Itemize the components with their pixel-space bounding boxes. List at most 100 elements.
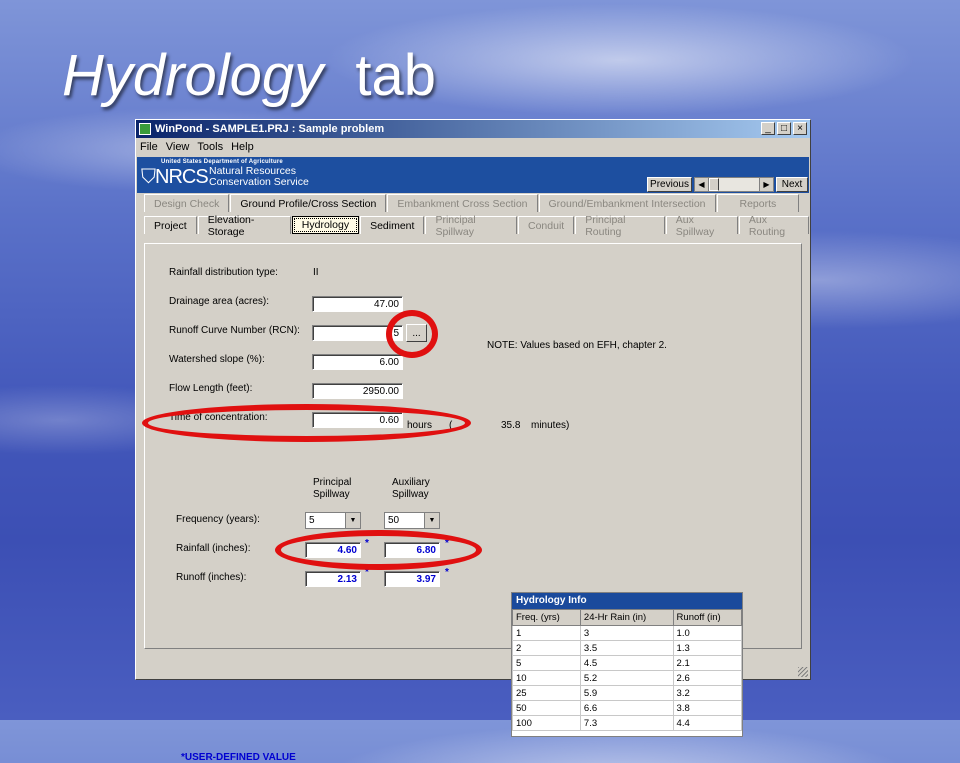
chevron-down-icon[interactable]: ▼ xyxy=(345,513,360,528)
cell: 3.5 xyxy=(579,640,674,656)
service-line-2: Conservation Service xyxy=(209,176,309,188)
service-name: Natural Resources Conservation Service xyxy=(209,166,309,188)
aux-runoff-input[interactable]: 3.97 xyxy=(384,571,440,587)
tab-sediment[interactable]: Sediment xyxy=(360,216,425,234)
user-defined-note: *USER-DEFINED VALUE xyxy=(181,752,296,763)
toc-minutes-value: 35.8 xyxy=(501,420,521,431)
toc-minutes-unit: minutes) xyxy=(531,420,570,431)
cell: 5.2 xyxy=(579,670,674,686)
cell: 3.8 xyxy=(672,700,743,716)
aux-header-line-2: Spillway xyxy=(392,489,429,500)
chevron-down-icon[interactable]: ▼ xyxy=(424,513,439,528)
hydrology-info-grid: Freq. (yrs) 24-Hr Rain (in) Runoff (in) … xyxy=(512,609,743,731)
tab-principal-routing[interactable]: Principal Routing xyxy=(575,214,665,238)
maximize-button[interactable]: □ xyxy=(777,122,791,135)
resize-grip-icon[interactable] xyxy=(798,667,808,677)
tab-embankment-cross-section[interactable]: Embankment Cross Section xyxy=(387,194,538,212)
tab-row-2: Project Elevation-Storage Hydrology Sedi… xyxy=(144,214,810,238)
watershed-slope-input[interactable]: 6.00 xyxy=(312,354,403,370)
tab-hydrology[interactable]: Hydrology xyxy=(291,216,360,234)
scroll-thumb[interactable] xyxy=(709,178,719,191)
window-title: WinPond - SAMPLE1.PRJ : Sample problem xyxy=(155,123,385,135)
tab-conduit[interactable]: Conduit xyxy=(518,216,575,234)
tab-design-check[interactable]: Design Check xyxy=(144,194,230,212)
cell: 1 xyxy=(512,625,581,641)
close-button[interactable]: × xyxy=(793,122,807,135)
principal-frequency-select[interactable]: 5 ▼ xyxy=(305,512,361,529)
aux-frequency-value: 50 xyxy=(388,515,400,526)
tab-project[interactable]: Project xyxy=(144,216,197,234)
flow-length-input[interactable]: 2950.00 xyxy=(312,383,403,399)
window-titlebar[interactable]: WinPond - SAMPLE1.PRJ : Sample problem xyxy=(136,120,810,138)
highlight-ring-rainfall xyxy=(275,530,482,570)
principal-header-line-1: Principal xyxy=(313,477,352,488)
principal-frequency-value: 5 xyxy=(309,515,315,526)
cell: 4.5 xyxy=(579,655,674,671)
principal-header-line-2: Spillway xyxy=(313,489,350,500)
table-row[interactable]: 50 6.6 3.8 xyxy=(512,700,743,716)
aux-runoff-star: * xyxy=(445,567,449,578)
principal-runoff-input[interactable]: 2.13 xyxy=(305,571,361,587)
table-row[interactable]: 5 4.5 2.1 xyxy=(512,655,743,671)
cell: 5.9 xyxy=(579,685,674,701)
tab-scrollbar[interactable]: ◀ ▶ xyxy=(694,177,774,192)
aux-frequency-select[interactable]: 50 ▼ xyxy=(384,512,440,529)
cell: 2 xyxy=(512,640,581,656)
header-rain: 24-Hr Rain (in) xyxy=(579,609,674,626)
cell: 2.6 xyxy=(672,670,743,686)
tab-row-1: Design Check Ground Profile/Cross Sectio… xyxy=(144,194,800,214)
slide-title: Hydrology tab xyxy=(62,42,436,109)
menu-view[interactable]: View xyxy=(166,141,190,153)
nrcs-logo: ⛉NRCS xyxy=(141,166,209,189)
cell: 50 xyxy=(512,700,581,716)
tab-ground-profile[interactable]: Ground Profile/Cross Section xyxy=(230,194,387,212)
table-row[interactable]: 10 5.2 2.6 xyxy=(512,670,743,686)
previous-button[interactable]: Previous xyxy=(647,177,692,192)
cell: 100 xyxy=(512,715,581,731)
rainfall-dist-label: Rainfall distribution type: xyxy=(169,267,278,278)
scroll-right-icon[interactable]: ▶ xyxy=(759,178,773,191)
slide-title-rest: tab xyxy=(355,43,436,108)
tab-aux-routing[interactable]: Aux Routing xyxy=(738,214,809,238)
cell: 4.4 xyxy=(672,715,743,731)
minimize-button[interactable]: _ xyxy=(761,122,775,135)
menu-file[interactable]: File xyxy=(140,141,158,153)
table-row[interactable]: 25 5.9 3.2 xyxy=(512,685,743,701)
menu-tools[interactable]: Tools xyxy=(197,141,223,153)
aux-spillway-header: Auxiliary Spillway xyxy=(392,477,430,501)
rainfall-dist-value: II xyxy=(313,267,319,278)
runoff-label: Runoff (inches): xyxy=(176,572,247,583)
tab-ground-embankment-intersection[interactable]: Ground/Embankment Intersection xyxy=(538,194,716,212)
rainfall-label: Rainfall (inches): xyxy=(176,543,251,554)
window-controls: _ □ × xyxy=(760,122,807,135)
hydrology-panel: Rainfall distribution type: II Drainage … xyxy=(144,243,802,763)
tab-reports[interactable]: Reports xyxy=(716,194,800,212)
efh-note: NOTE: Values based on EFH, chapter 2. xyxy=(487,340,667,351)
cell: 3.2 xyxy=(672,685,743,701)
app-icon xyxy=(139,123,151,135)
table-row[interactable]: 2 3.5 1.3 xyxy=(512,640,743,656)
drainage-area-label: Drainage area (acres): xyxy=(169,296,270,307)
hydrology-info-caption: Hydrology Info xyxy=(512,593,742,609)
header-freq: Freq. (yrs) xyxy=(512,609,581,626)
aux-header-line-1: Auxiliary xyxy=(392,477,430,488)
next-button[interactable]: Next xyxy=(776,177,808,192)
cell: 5 xyxy=(512,655,581,671)
drainage-area-input[interactable]: 47.00 xyxy=(312,296,403,312)
nrcs-logo-text: NRCS xyxy=(155,166,209,188)
menu-help[interactable]: Help xyxy=(231,141,254,153)
table-row[interactable]: 100 7.3 4.4 xyxy=(512,715,743,731)
highlight-ring-toc xyxy=(142,404,471,442)
scroll-left-icon[interactable]: ◀ xyxy=(695,178,709,191)
cell: 1.0 xyxy=(672,625,743,641)
tab-elevation-storage[interactable]: Elevation-Storage xyxy=(197,214,291,238)
tab-aux-spillway[interactable]: Aux Spillway xyxy=(665,214,738,238)
frequency-label: Frequency (years): xyxy=(176,514,260,525)
cell: 3 xyxy=(579,625,674,641)
highlight-ring-rcn xyxy=(386,310,438,358)
table-row[interactable]: 1 3 1.0 xyxy=(512,625,743,641)
hydrology-info-table: Hydrology Info Freq. (yrs) 24-Hr Rain (i… xyxy=(511,592,743,737)
watershed-slope-label: Watershed slope (%): xyxy=(169,354,265,365)
leaf-icon: ⛉ xyxy=(141,166,156,188)
tab-principal-spillway[interactable]: Principal Spillway xyxy=(425,214,517,238)
